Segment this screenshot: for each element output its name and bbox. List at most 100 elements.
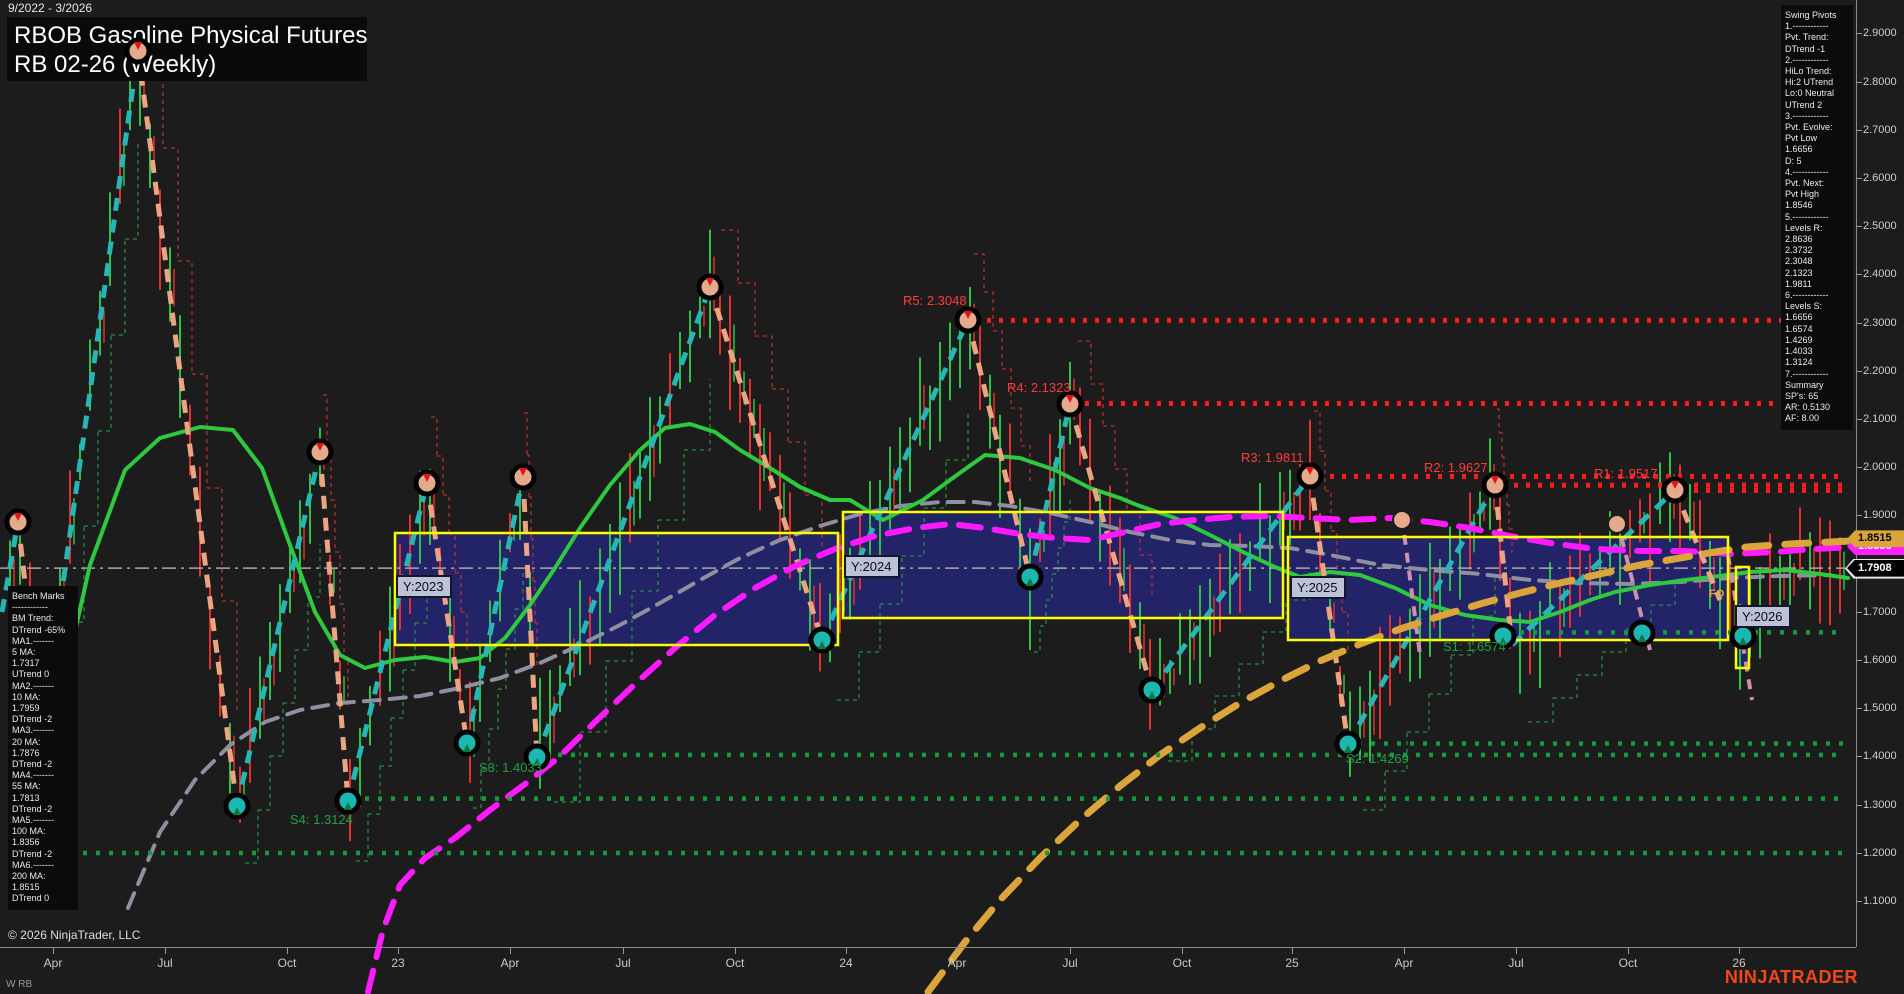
pivot-low-marker bbox=[226, 795, 248, 817]
price-marker: 1.7908 bbox=[1847, 560, 1904, 577]
panel-line: Levels R: bbox=[1785, 223, 1849, 234]
pivot-low-marker bbox=[1732, 625, 1754, 647]
trailing-stop-steps bbox=[57, 35, 1675, 863]
chart-canvas[interactable]: 9/2022 - 3/2026 RBOB Gasoline Physical F… bbox=[0, 0, 1904, 994]
chart-window: 9/2022 - 3/2026 RBOB Gasoline Physical F… bbox=[0, 0, 1904, 994]
pivot-dot bbox=[1608, 515, 1626, 533]
time-tick-mark bbox=[398, 948, 399, 954]
price-tick-mark bbox=[1857, 226, 1862, 227]
time-tick-label: Jul bbox=[157, 956, 172, 970]
price-tick-label: 1.4000 bbox=[1863, 750, 1897, 762]
pivot-high-marker bbox=[1299, 465, 1321, 487]
price-tick-label: 2.3000 bbox=[1863, 317, 1897, 329]
panel-line: AR: 0.5130 bbox=[1785, 402, 1849, 413]
time-tick-label: Oct bbox=[726, 956, 745, 970]
year-label: Y:2023 bbox=[397, 576, 451, 597]
time-tick-label: Jul bbox=[1508, 956, 1523, 970]
panel-line: 1.6574 bbox=[1785, 324, 1849, 335]
resistance-label: R2: 1.9627 bbox=[1424, 460, 1488, 475]
price-tick-mark bbox=[1857, 323, 1862, 324]
time-tick-mark bbox=[510, 948, 511, 954]
time-tick-label: Apr bbox=[948, 956, 967, 970]
panel-line: MA1.------- bbox=[12, 636, 74, 647]
time-tick-mark bbox=[165, 948, 166, 954]
panel-line: 2.1323 bbox=[1785, 268, 1849, 279]
pivot-low-marker bbox=[456, 732, 478, 754]
price-tick-label: 2.6000 bbox=[1863, 172, 1897, 184]
time-tick-mark bbox=[1070, 948, 1071, 954]
panel-line: 55 MA: bbox=[12, 781, 74, 792]
price-tick-label: 1.3000 bbox=[1863, 799, 1897, 811]
time-tick-label: Oct bbox=[1619, 956, 1638, 970]
panel-line: DTrend 0 bbox=[12, 893, 74, 904]
time-tick-mark bbox=[53, 948, 54, 954]
time-tick-mark bbox=[1292, 948, 1293, 954]
panel-line: Pvt. Next: bbox=[1785, 178, 1849, 189]
year-label: Y:2024 bbox=[845, 556, 899, 577]
time-tick-mark bbox=[1628, 948, 1629, 954]
panel-line: MA6.------- bbox=[12, 860, 74, 871]
time-tick-label: Apr bbox=[44, 956, 63, 970]
panel-line: D: 5 bbox=[1785, 156, 1849, 167]
ninjatrader-logo: NINJATRADER bbox=[1725, 967, 1858, 988]
panel-line: Bench Marks bbox=[12, 591, 74, 602]
panel-line: Pvt High bbox=[1785, 189, 1849, 200]
price-tick-label: 1.9000 bbox=[1863, 509, 1897, 521]
panel-line: 3.------------ bbox=[1785, 111, 1849, 122]
price-tick-label: 2.9000 bbox=[1863, 27, 1897, 39]
panel-line: 100 MA: bbox=[12, 826, 74, 837]
panel-line: Swing Pivots bbox=[1785, 10, 1849, 21]
time-tick-mark bbox=[1182, 948, 1183, 954]
support-label: S4: 1.3124 bbox=[290, 812, 353, 827]
resistance-label: R1: 1.9517 bbox=[1594, 466, 1658, 481]
support-label: S2: 1.4269 bbox=[1346, 751, 1409, 766]
time-axis[interactable]: AprJulOct23AprJulOct24AprJulOct25AprJulO… bbox=[0, 947, 1856, 978]
panel-line: Pvt. Trend: bbox=[1785, 32, 1849, 43]
price-tick-label: 2.4000 bbox=[1863, 268, 1897, 280]
time-tick-label: 23 bbox=[391, 956, 404, 970]
panel-line: UTrend 2 bbox=[1785, 100, 1849, 111]
price-tick-label: 2.8000 bbox=[1863, 76, 1897, 88]
panel-line: Summary bbox=[1785, 380, 1849, 391]
pivot-high-marker bbox=[1484, 474, 1506, 496]
svg-text:Y:2023: Y:2023 bbox=[403, 579, 444, 594]
year-label: Y:2025 bbox=[1291, 577, 1345, 598]
panel-line: 2.8636 bbox=[1785, 234, 1849, 245]
price-tick-label: 1.5000 bbox=[1863, 702, 1897, 714]
panel-line: DTrend -2 bbox=[12, 714, 74, 725]
chart-title-line2: RB 02-26 (Weekly) bbox=[14, 51, 216, 78]
panel-line: Levels S: bbox=[1785, 301, 1849, 312]
price-tick-mark bbox=[1857, 853, 1862, 854]
panel-line: Hi:2 UTrend bbox=[1785, 77, 1849, 88]
price-tick-mark bbox=[1857, 467, 1862, 468]
panel-line: 1.8356 bbox=[12, 837, 74, 848]
time-tick-label: Apr bbox=[501, 956, 520, 970]
panel-line: 5.------------ bbox=[1785, 212, 1849, 223]
resistance-label: R5: 2.3048 bbox=[903, 293, 967, 308]
panel-line: AF: 8.00 bbox=[1785, 413, 1849, 424]
panel-line: 4.------------ bbox=[1785, 167, 1849, 178]
panel-line: 1.9811 bbox=[1785, 279, 1849, 290]
time-tick-label: Oct bbox=[278, 956, 297, 970]
panel-line: 1.7813 bbox=[12, 793, 74, 804]
price-tick-label: 1.6000 bbox=[1863, 654, 1897, 666]
time-tick-mark bbox=[735, 948, 736, 954]
price-tick-mark bbox=[1857, 660, 1862, 661]
resistance-label: R4: 2.1323 bbox=[1007, 380, 1071, 395]
panel-line: 7.------------ bbox=[1785, 369, 1849, 380]
fo-label: FO bbox=[1709, 588, 1725, 600]
price-tick-label: 1.1000 bbox=[1863, 895, 1897, 907]
resistance-label: R3: 1.9811 bbox=[1241, 450, 1304, 465]
panel-line: Pvt Low bbox=[1785, 133, 1849, 144]
time-tick-label: Oct bbox=[1173, 956, 1192, 970]
panel-line: 6.------------ bbox=[1785, 290, 1849, 301]
svg-text:Y:2025: Y:2025 bbox=[1297, 580, 1338, 595]
time-tick-label: Jul bbox=[1062, 956, 1077, 970]
panel-line: 1.6656 bbox=[1785, 312, 1849, 323]
time-tick-label: 25 bbox=[1285, 956, 1298, 970]
price-axis[interactable]: 2.90002.80002.70002.60002.50002.40002.30… bbox=[1856, 0, 1904, 947]
pivot-high-marker bbox=[1059, 393, 1081, 415]
pivot-low-marker bbox=[337, 790, 359, 812]
price-tick-mark bbox=[1857, 901, 1862, 902]
price-tick-label: 1.7000 bbox=[1863, 606, 1897, 618]
